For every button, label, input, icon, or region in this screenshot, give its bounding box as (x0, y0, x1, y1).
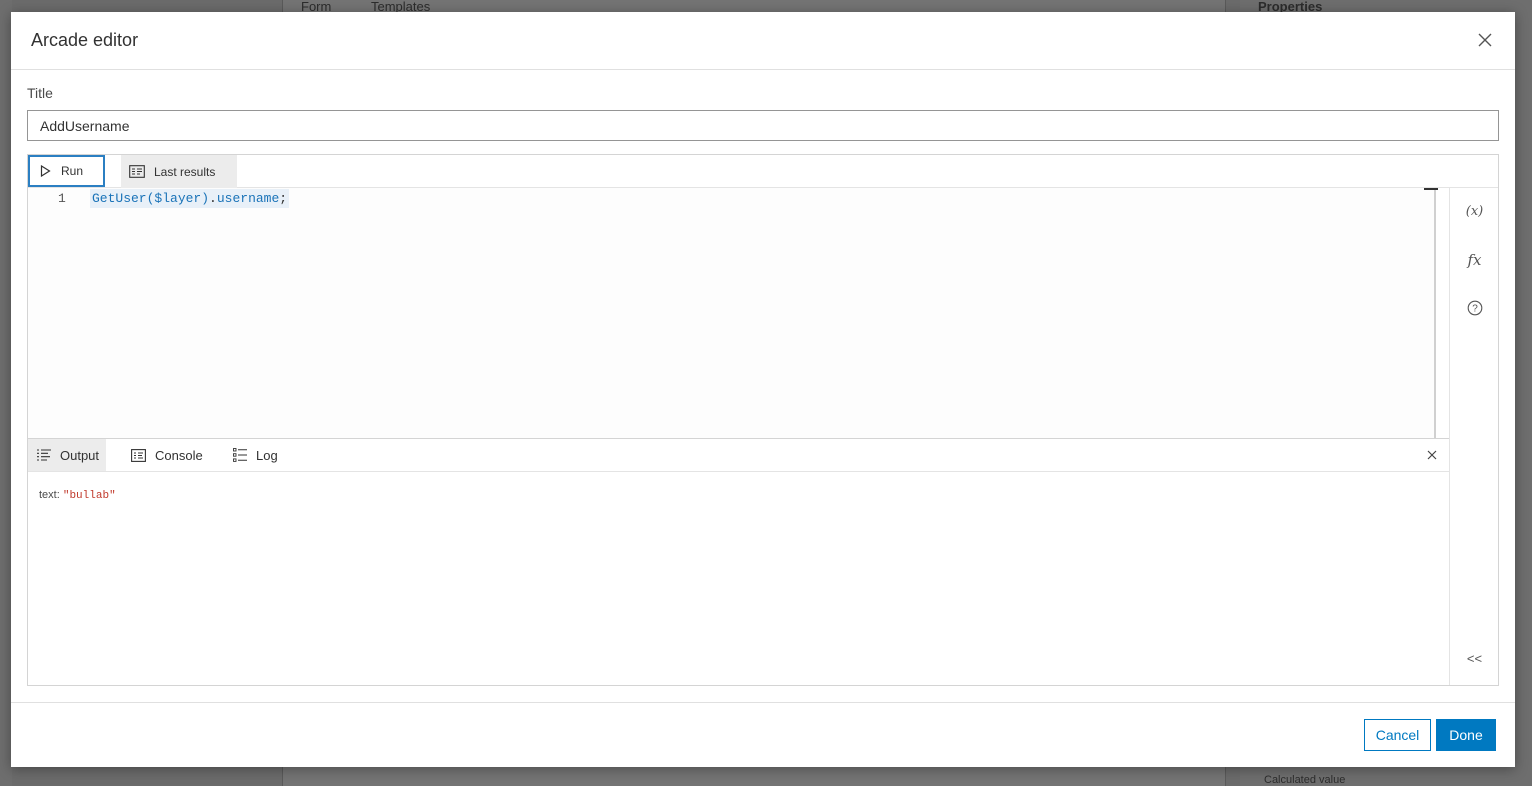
tab-log-label: Log (256, 447, 278, 463)
result-value: "bullab" (62, 490, 116, 502)
tab-console-label: Console (155, 447, 203, 463)
close-icon (1427, 450, 1437, 460)
footer-divider (11, 702, 1515, 703)
close-icon (1478, 33, 1492, 47)
background-calculated-value: Calculated value (1264, 774, 1346, 786)
code-token-dot: . (209, 191, 217, 206)
code-token-paren-close: ) (201, 191, 210, 206)
editor-scrollbar[interactable] (1434, 188, 1436, 438)
title-input[interactable] (27, 110, 1499, 141)
code-line[interactable]: GetUser($layer).username; (90, 189, 290, 208)
dialog-header: Arcade editor (11, 12, 1515, 70)
tab-output-label: Output (60, 447, 100, 463)
tab-output[interactable]: Output (28, 439, 106, 471)
output-result: text: "bullab" (39, 489, 116, 502)
help-glyph: ? (1472, 304, 1478, 315)
console-icon (131, 448, 146, 462)
tab-console[interactable]: Console (122, 439, 212, 471)
functions-icon[interactable]: fx (1450, 251, 1499, 269)
close-output-button[interactable] (1425, 448, 1439, 462)
play-icon (40, 165, 51, 177)
help-button[interactable]: ? (1450, 300, 1499, 319)
output-tab-bar: Output Console Log (28, 439, 1449, 472)
code-token-semicolon: ; (279, 191, 288, 206)
editor-toolbar: Run Last results (28, 155, 1498, 188)
results-icon (129, 165, 145, 178)
title-label: Title (27, 85, 53, 101)
editor-container: Run Last results 1 GetUser($layer).usern… (27, 154, 1499, 686)
log-list-icon (233, 448, 247, 462)
last-results-button[interactable]: Last results (121, 155, 237, 188)
code-token-function: GetUser (92, 191, 147, 206)
tab-log[interactable]: Log (224, 439, 294, 471)
collapse-rail-button[interactable]: << (1450, 651, 1499, 666)
side-rail: (x) fx ? << (1449, 188, 1498, 685)
code-token-argument: $layer (154, 191, 202, 206)
last-results-label: Last results (154, 164, 216, 179)
run-button[interactable]: Run (28, 155, 105, 187)
line-number: 1 (58, 191, 66, 206)
list-lines-icon (37, 449, 51, 461)
cancel-button[interactable]: Cancel (1364, 719, 1431, 751)
editor-scroll-thumb[interactable] (1424, 188, 1438, 190)
done-button[interactable]: Done (1436, 719, 1496, 751)
dialog-title: Arcade editor (31, 30, 139, 50)
help-icon: ? (1467, 300, 1482, 316)
code-token-property: username (216, 191, 280, 206)
result-key: text: (39, 489, 60, 501)
close-dialog-button[interactable] (1475, 30, 1495, 50)
variables-icon[interactable]: (x) (1450, 204, 1499, 219)
arcade-editor-dialog: Arcade editor Title Run Last results (11, 12, 1515, 767)
code-editor[interactable]: 1 GetUser($layer).username; (28, 188, 1436, 438)
run-label: Run (61, 164, 84, 178)
output-panel: Output Console Log text: "bullab" (28, 438, 1449, 685)
